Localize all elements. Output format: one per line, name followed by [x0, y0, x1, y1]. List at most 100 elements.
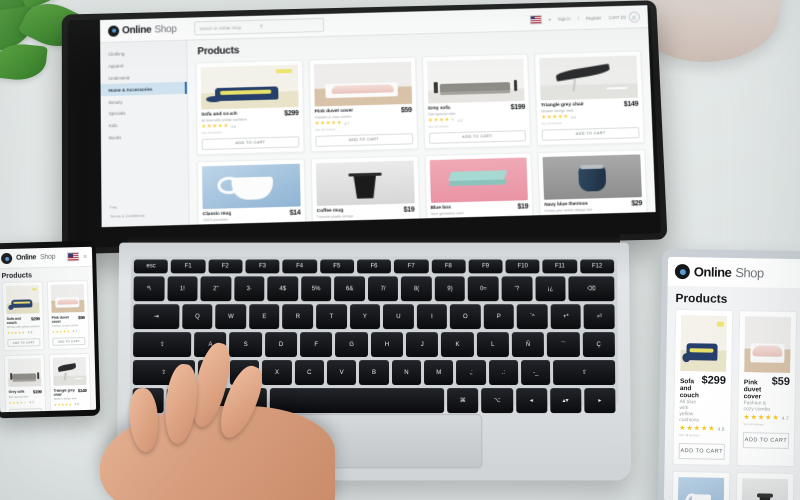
product-card[interactable]: Pink duvet cover $59 Fashion & cozy combo ★… [46, 279, 90, 351]
add-to-cart-button[interactable]: ADD TO CART [541, 127, 640, 141]
key-⏎[interactable]: ⏎ [583, 304, 615, 330]
key-F9[interactable]: F9 [468, 259, 503, 274]
product-card[interactable]: Triangle grey chair $149 Modern design sea… [48, 353, 92, 413]
signin-link[interactable]: Sign in [558, 16, 571, 21]
key-F7[interactable]: F7 [394, 259, 429, 274]
add-to-cart-button[interactable]: ADD TO CART [742, 432, 790, 449]
key-Ç[interactable]: Ç [582, 332, 615, 358]
product-card[interactable]: Sofa and couch All blue with yellow cushi… [195, 59, 305, 156]
key-F10[interactable]: F10 [505, 259, 540, 274]
key-⇪[interactable]: ⇪ [133, 332, 192, 358]
add-to-cart-button[interactable]: ADD TO CART [315, 133, 413, 147]
key-I[interactable]: I [416, 304, 448, 330]
add-to-cart-button[interactable]: ADD TO CART [201, 136, 300, 150]
key-D[interactable]: D [264, 332, 298, 358]
key-⇥[interactable]: ⇥ [133, 304, 180, 330]
sidebar-item-books[interactable]: Books [101, 130, 188, 144]
product-card[interactable]: Sofa and couch All blue with yellow cushi… [672, 308, 734, 466]
key-.:[interactable]: .: [488, 360, 519, 386]
cart-button[interactable]: CART (0) 🛒 [608, 10, 640, 23]
key-O[interactable]: O [450, 304, 481, 330]
key-´¨[interactable]: ´¨ [547, 332, 580, 358]
key-F8[interactable]: F8 [431, 259, 466, 274]
product-card[interactable]: Grey sofa $199Slim special offer★★★★★4.2 A… [3, 354, 47, 413]
keyboard[interactable]: esc F1 F2 F3 F4 F5 F6 F7 F8 F9 F10 F11 F12 º\ 1! 2" 3· 4… [129, 256, 619, 414]
key-F2[interactable]: F2 [208, 259, 243, 274]
key-A[interactable]: A [194, 332, 227, 358]
key-9)[interactable]: 9) [434, 276, 466, 302]
key--_[interactable]: -_ [521, 360, 551, 386]
key-▴▾[interactable]: ▴▾ [549, 388, 582, 414]
key-Q[interactable]: Q [182, 304, 213, 330]
key-M[interactable]: M [424, 360, 454, 386]
product-card[interactable]: Blue boxNice geometric cube$19★★★★★4.5Se… [424, 152, 535, 225]
key-⇧[interactable]: ⇧ [553, 360, 616, 386]
key-F12[interactable]: F12 [579, 259, 615, 274]
key-▸[interactable]: ▸ [584, 388, 616, 414]
key-E[interactable]: E [249, 304, 280, 330]
keyboard-row-numbers[interactable]: º\ 1! 2" 3· 4$ 5% 6& 7/8(9) 0= '? ¡¿ ⌫ [133, 276, 615, 302]
reviews-link[interactable]: See all reviews [743, 422, 789, 427]
key-⌘[interactable]: ⌘ [235, 388, 267, 414]
product-card[interactable]: Coffee mugThermal plastic design$19★★★★★… [733, 472, 795, 500]
key-⌥[interactable]: ⌥ [200, 388, 233, 414]
key-esc[interactable]: esc [133, 259, 169, 274]
key-F5[interactable]: F5 [319, 259, 354, 274]
menu-icon[interactable]: ☰ [83, 254, 87, 259]
key-F4[interactable]: F4 [282, 259, 317, 274]
product-card[interactable]: Pink duvet cover Fashion & cozy combo $59 ★… [736, 310, 798, 468]
key-<[interactable]: < [197, 360, 227, 386]
key-,;[interactable]: ,; [456, 360, 486, 386]
reviews-link[interactable]: See all reviews [679, 433, 725, 438]
key-L[interactable]: L [476, 332, 509, 358]
key-⌘[interactable]: ⌘ [447, 388, 479, 414]
product-card[interactable]: Coffee mugThermal plastic design$19★★★★★… [310, 155, 421, 225]
key-J[interactable]: J [406, 332, 439, 358]
key-⌥[interactable]: ⌥ [481, 388, 513, 414]
key-F1[interactable]: F1 [171, 259, 206, 274]
product-card[interactable]: Classic mug100% porcelain$14★★★★★4.3See … [196, 158, 307, 225]
key-⌫[interactable]: ⌫ [568, 276, 615, 302]
key-2"[interactable]: 2" [200, 276, 232, 302]
add-to-cart-button[interactable]: ADD TO CART [7, 338, 41, 348]
key-B[interactable]: B [359, 360, 389, 386]
key-Y[interactable]: Y [349, 304, 381, 330]
key-7/[interactable]: 7/ [367, 276, 399, 302]
cart-icon[interactable]: 🛒 [628, 10, 640, 23]
key-K[interactable]: K [441, 332, 474, 358]
key-4$[interactable]: 4$ [267, 276, 298, 302]
register-link[interactable]: Register [586, 15, 602, 20]
key-X[interactable]: X [262, 360, 292, 386]
key-8([interactable]: 8( [401, 276, 432, 302]
key-F6[interactable]: F6 [356, 259, 392, 274]
product-card[interactable]: Classic mug100% porcelain$14★★★★★4.3See … [669, 470, 731, 500]
key-5%[interactable]: 5% [300, 276, 332, 302]
key-C[interactable]: C [294, 360, 325, 386]
key-+*[interactable]: +* [550, 304, 582, 330]
keyboard-row-function[interactable]: esc F1 F2 F3 F4 F5 F6 F7 F8 F9 F10 F11 F12 [133, 259, 615, 274]
search-input[interactable]: search in online shop ⚲ [194, 17, 325, 36]
keyboard-row-home[interactable]: ⇪ A S D F G H J K L Ñ ´¨ Ç [133, 332, 615, 358]
key-0=[interactable]: 0= [468, 276, 499, 302]
key-F3[interactable]: F3 [245, 259, 280, 274]
key-S[interactable]: S [229, 332, 262, 358]
key-'?[interactable]: '? [501, 276, 533, 302]
product-card[interactable]: Grey sofa Slim special offer $199 ★ ★ ★ ★ ★ 4.2 S… [421, 53, 532, 149]
key-Ñ[interactable]: Ñ [511, 332, 545, 358]
brand-logo[interactable]: Online Shop [108, 23, 177, 37]
key-`^[interactable]: `^ [516, 304, 548, 330]
product-card[interactable]: Sofa and couch $299 All blue with yellow c… [1, 281, 45, 352]
keyboard-row-space[interactable]: fn ⌃ ⌥ ⌘ ⌘ ⌥ ◂ ▴▾ ▸ [132, 388, 616, 414]
key-U[interactable]: U [383, 304, 414, 330]
key-W[interactable]: W [215, 304, 247, 330]
locale-chevron-down-icon[interactable]: ▾ [549, 16, 551, 21]
add-to-cart-button[interactable]: ADD TO CART [678, 443, 725, 460]
key-space[interactable] [269, 388, 445, 414]
key-F11[interactable]: F11 [542, 259, 578, 274]
add-to-cart-button[interactable]: ADD TO CART [428, 130, 527, 144]
key-◂[interactable]: ◂ [515, 388, 548, 414]
key-T[interactable]: T [316, 304, 347, 330]
add-to-cart-button[interactable]: ADD TO CART [52, 336, 86, 347]
product-card[interactable]: Triangle grey chair Modern design seat $14… [534, 50, 645, 146]
key-3·[interactable]: 3· [233, 276, 265, 302]
